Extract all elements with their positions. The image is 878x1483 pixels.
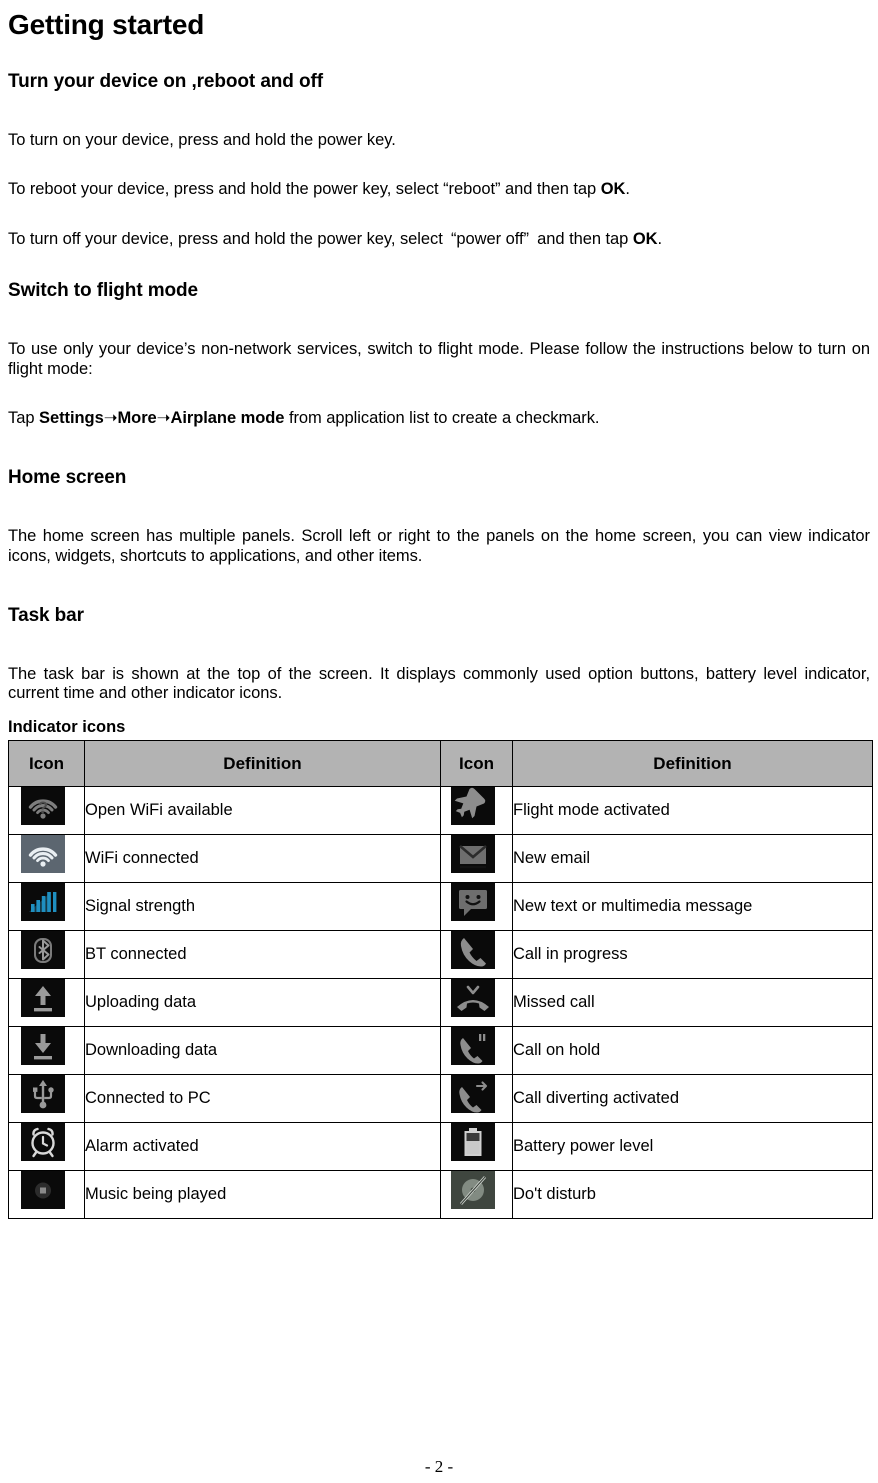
- envelope-icon: [450, 835, 503, 882]
- missed-call-icon: [450, 979, 503, 1026]
- phone-call-icon: [450, 931, 503, 978]
- icon-cell: [8, 978, 85, 1028]
- table-row: BT connected Call in progress: [8, 930, 873, 980]
- definition-cell: Music being played: [84, 1170, 441, 1220]
- definition-cell: Alarm activated: [84, 1122, 441, 1172]
- page-footer: - 2 -: [424, 1457, 454, 1476]
- definition-cell: Call on hold: [512, 1026, 873, 1076]
- turnoff-text-post: .: [657, 230, 663, 249]
- icon-cell: [440, 930, 513, 980]
- icon-cell: [440, 1122, 513, 1172]
- paragraph-flight-mode: To use only your device’s non-network se…: [8, 339, 870, 378]
- paragraph-reboot: To reboot your device, press and hold th…: [8, 180, 870, 200]
- icon-cell: ?: [8, 786, 85, 836]
- usb-icon: [20, 1075, 73, 1122]
- icon-cell: [440, 978, 513, 1028]
- upload-arrow-icon: [20, 979, 73, 1026]
- definition-cell: Uploading data: [84, 978, 441, 1028]
- table-row: Connected to PC Call diverting activated: [8, 1074, 873, 1124]
- definition-cell: Signal strength: [84, 882, 441, 932]
- table-row: Alarm activated Battery power level: [8, 1122, 873, 1172]
- column-header-icon-right: Icon: [440, 740, 513, 788]
- definition-cell: Battery power level: [512, 1122, 873, 1172]
- do-not-disturb-icon: [450, 1171, 503, 1218]
- definition-cell: Missed call: [512, 978, 873, 1028]
- definition-cell: Call in progress: [512, 930, 873, 980]
- heading-turn-device-on: Turn your device on ,reboot and off: [8, 70, 323, 92]
- call-divert-icon: [450, 1075, 503, 1122]
- paragraph-flight-tap-path: Tap Settings➝More➝Airplane mode from app…: [8, 409, 870, 429]
- icon-cell: [8, 834, 85, 884]
- download-arrow-icon: [20, 1027, 73, 1074]
- table-row: Signal strength New text or multimedia me…: [8, 882, 873, 932]
- indicator-icons-table-body: ? Open WiFi available Flight mode activate…: [8, 786, 873, 1220]
- paragraph-turn-on: To turn on your device, press and hold t…: [8, 130, 396, 149]
- definition-cell: New email: [512, 834, 873, 884]
- icon-cell: [440, 786, 513, 836]
- definition-cell: Call diverting activated: [512, 1074, 873, 1124]
- alarm-clock-icon: [20, 1123, 73, 1170]
- column-header-icon-left: Icon: [8, 740, 85, 788]
- airplane-icon: [450, 787, 503, 834]
- indicator-icons-table: Icon Definition Icon Definition ? Open Wi…: [8, 740, 873, 1220]
- icon-cell: [8, 1170, 85, 1220]
- page-title: Getting started: [8, 9, 205, 40]
- heading-task-bar: Task bar: [8, 604, 84, 626]
- turnoff-ok-label: OK: [632, 230, 658, 249]
- paragraph-home-screen: The home screen has multiple panels. Scr…: [8, 527, 870, 565]
- signal-bars-icon: [20, 883, 73, 930]
- bluetooth-icon: [20, 931, 73, 978]
- icon-cell: [8, 1074, 85, 1124]
- column-header-definition-left: Definition: [84, 740, 441, 788]
- definition-cell: Connected to PC: [84, 1074, 441, 1124]
- call-on-hold-icon: [450, 1027, 503, 1074]
- table-header-row: Icon Definition Icon Definition: [8, 740, 873, 788]
- definition-cell: Do't disturb: [512, 1170, 873, 1220]
- music-note-icon: [20, 1171, 73, 1218]
- message-bubble-icon: [450, 883, 503, 930]
- icon-cell: [8, 1122, 85, 1172]
- svg-text:?: ?: [37, 798, 47, 817]
- icon-cell: [8, 930, 85, 980]
- battery-icon: [450, 1123, 503, 1170]
- settings-path: Settings➝More➝Airplane mode: [39, 409, 285, 428]
- icon-cell: [440, 834, 513, 884]
- table-row: Uploading data Missed call: [8, 978, 873, 1028]
- table-row: WiFi connected New email: [8, 834, 873, 884]
- reboot-text-pre: To reboot your device, press and hold th…: [8, 180, 601, 199]
- icon-cell: [440, 1026, 513, 1076]
- paragraph-turn-off: To turn off your device, press and hold …: [8, 230, 870, 250]
- definition-cell: New text or multimedia message: [512, 882, 873, 932]
- definition-cell: BT connected: [84, 930, 441, 980]
- definition-cell: Open WiFi available: [84, 786, 441, 836]
- table-row: ? Open WiFi available Flight mode activate…: [8, 786, 873, 836]
- wifi-connected-icon: [20, 835, 73, 882]
- definition-cell: Flight mode activated: [512, 786, 873, 836]
- document-page: Getting started Turn your device on ,reb…: [0, 0, 878, 1483]
- definition-cell: Downloading data: [84, 1026, 441, 1076]
- column-header-definition-right: Definition: [512, 740, 873, 788]
- heading-flight-mode: Switch to flight mode: [8, 280, 198, 302]
- reboot-ok-label: OK: [600, 180, 626, 199]
- heading-indicator-icons: Indicator icons: [8, 718, 126, 737]
- definition-cell: WiFi connected: [84, 834, 441, 884]
- icon-cell: [8, 1026, 85, 1076]
- paragraph-task-bar: The task bar is shown at the top of the …: [8, 664, 870, 703]
- icon-cell: [440, 882, 513, 932]
- heading-home-screen: Home screen: [8, 467, 127, 489]
- wifi-available-icon: ?: [20, 787, 73, 834]
- table-row: Downloading data Call on hold: [8, 1026, 873, 1076]
- reboot-text-post: .: [625, 180, 630, 199]
- tap-suffix: from application list to create a checkm…: [284, 409, 600, 428]
- icon-cell: [8, 882, 85, 932]
- tap-prefix: Tap: [8, 409, 39, 428]
- turnoff-text-pre: To turn off your device, press and hold …: [8, 230, 633, 249]
- icon-cell: [440, 1074, 513, 1124]
- table-row: Music being played Do't disturb: [8, 1170, 873, 1220]
- icon-cell: [440, 1170, 513, 1220]
